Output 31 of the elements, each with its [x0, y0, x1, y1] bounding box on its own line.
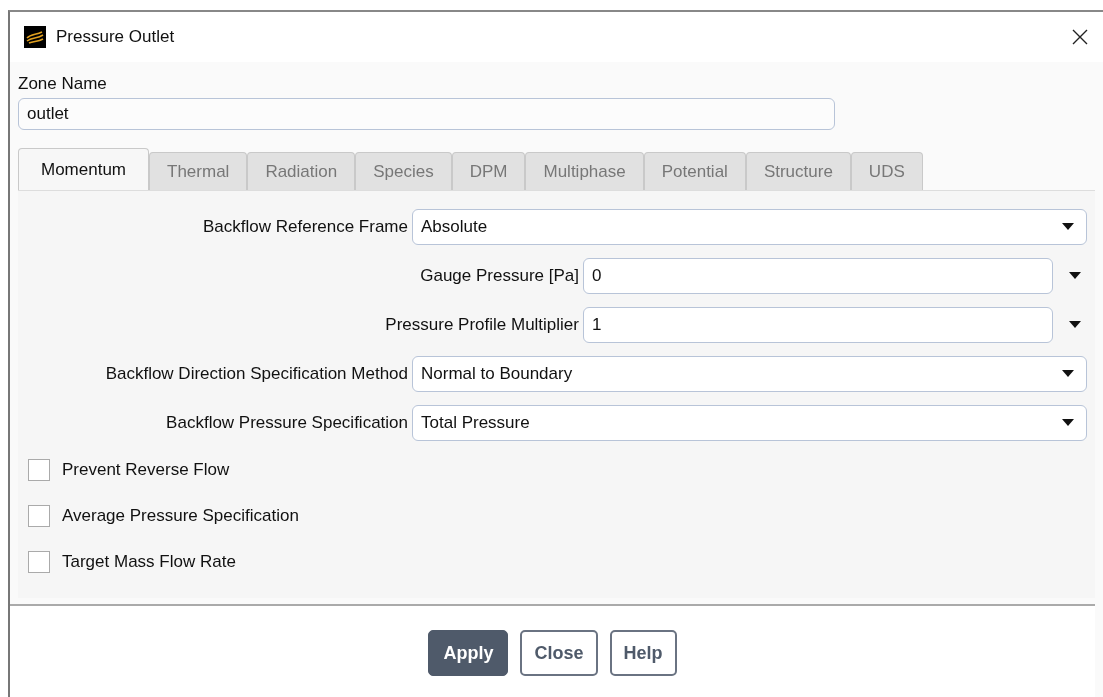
checkbox[interactable]	[28, 505, 50, 527]
field-label: Pressure Profile Multiplier	[384, 314, 580, 335]
checkbox-label: Average Pressure Specification	[62, 506, 299, 526]
close-icon[interactable]	[1071, 28, 1089, 46]
dropdown[interactable]: Absolute	[412, 208, 1087, 245]
dialog-button[interactable]: Help	[609, 630, 677, 676]
field-label: Backflow Direction Specification Method	[104, 363, 409, 384]
field-label: Backflow Reference Frame	[201, 216, 409, 237]
checkbox[interactable]	[28, 551, 50, 573]
window-title: Pressure Outlet	[56, 27, 176, 47]
app-logo-icon	[24, 26, 46, 48]
apply-button[interactable]: Apply	[428, 630, 509, 676]
caret-icon	[1062, 369, 1074, 378]
dropdown[interactable]: Total Pressure	[412, 404, 1087, 441]
caret-icon[interactable]	[1069, 320, 1081, 329]
checkbox-label: Prevent Reverse Flow	[62, 460, 230, 480]
dialog-button[interactable]: Close	[520, 630, 598, 676]
caret-icon	[1062, 418, 1074, 427]
tab[interactable]: Momentum	[18, 148, 150, 190]
checkbox[interactable]	[28, 459, 50, 481]
field-label: Backflow Pressure Specification	[165, 412, 409, 433]
zone-name-label: Zone Name	[18, 74, 107, 94]
caret-icon[interactable]	[1069, 271, 1081, 280]
field-label: Gauge Pressure [Pa]	[419, 265, 580, 286]
value-field[interactable]: 0	[583, 257, 1053, 294]
caret-icon	[1062, 222, 1074, 231]
zone-name-field[interactable]: outlet	[18, 98, 835, 130]
dropdown[interactable]: Normal to Boundary	[412, 355, 1087, 392]
value-field[interactable]: 1	[583, 306, 1053, 343]
checkbox-label: Target Mass Flow Rate	[62, 552, 236, 572]
tab[interactable]: Species	[355, 152, 452, 190]
